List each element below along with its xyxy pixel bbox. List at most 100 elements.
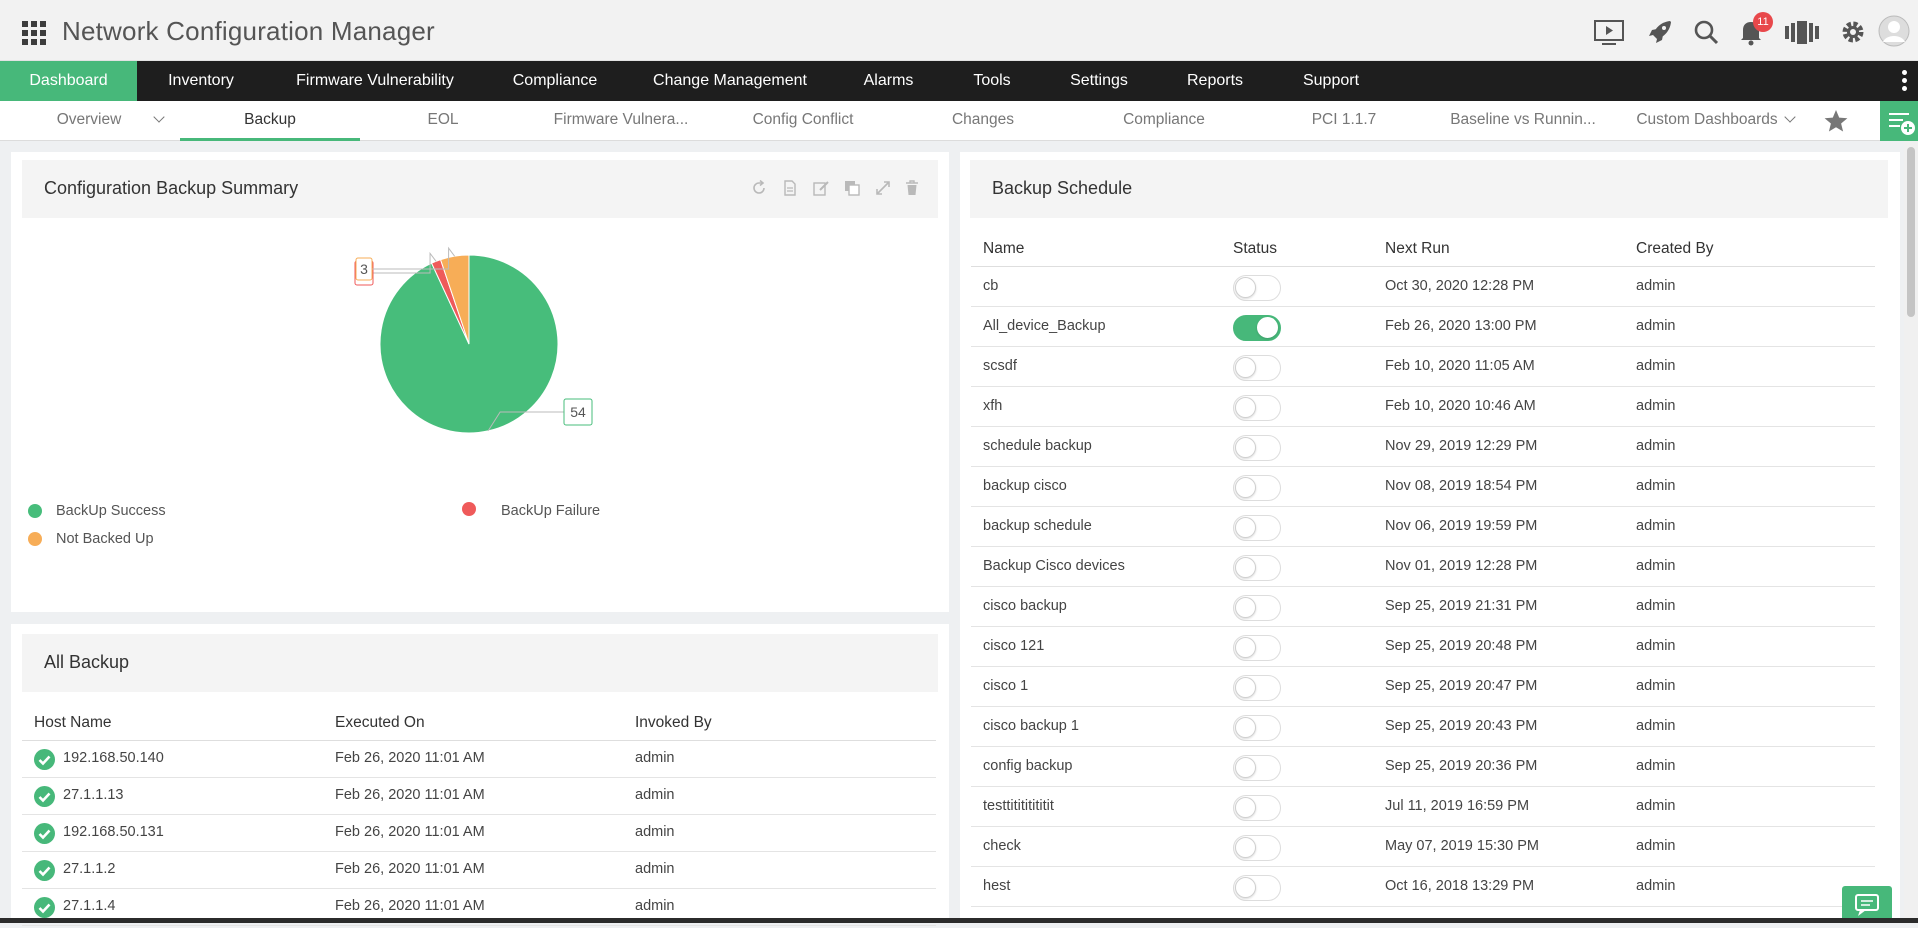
nav-alarms[interactable]: Alarms [852, 61, 925, 101]
more-menu-icon[interactable] [1902, 70, 1908, 92]
tab-compliance[interactable]: Compliance [1100, 101, 1228, 141]
schedule-status-toggle[interactable] [1233, 675, 1281, 701]
table-row[interactable]: xfh Feb 10, 2020 10:46 AM admin [971, 387, 1875, 427]
schedule-status-toggle[interactable] [1233, 835, 1281, 861]
nav-tools[interactable]: Tools [962, 61, 1022, 101]
col-created-by[interactable]: Created By [1636, 240, 1714, 258]
schedule-name[interactable]: testtitititititit [983, 798, 1054, 814]
refresh-icon[interactable] [751, 179, 767, 196]
schedule-status-toggle[interactable] [1233, 875, 1281, 901]
host-name[interactable]: 27.1.1.13 [63, 787, 123, 803]
col-invoked-by[interactable]: Invoked By [635, 714, 712, 732]
tab-firmware-vulnerability[interactable]: Firmware Vulnera... [540, 101, 702, 141]
table-row[interactable]: cisco backup 1 Sep 25, 2019 20:43 PM adm… [971, 707, 1875, 747]
table-row[interactable]: backup schedule Nov 06, 2019 19:59 PM ad… [971, 507, 1875, 547]
schedule-status-toggle[interactable] [1233, 795, 1281, 821]
table-row[interactable]: 27.1.1.2 Feb 26, 2020 11:01 AM admin [22, 852, 936, 889]
table-row[interactable]: config backup Sep 25, 2019 20:36 PM admi… [971, 747, 1875, 787]
schedule-status-toggle[interactable] [1233, 635, 1281, 661]
schedule-name[interactable]: Backup Cisco devices [983, 558, 1125, 574]
host-name[interactable]: 27.1.1.4 [63, 898, 115, 914]
nav-support[interactable]: Support [1292, 61, 1370, 101]
copy-icon[interactable] [844, 180, 860, 196]
nav-settings[interactable]: Settings [1060, 61, 1138, 101]
col-status[interactable]: Status [1233, 240, 1277, 258]
nav-reports[interactable]: Reports [1176, 61, 1254, 101]
schedule-status-toggle[interactable] [1233, 395, 1281, 421]
table-row[interactable]: 27.1.1.13 Feb 26, 2020 11:01 AM admin [22, 778, 936, 815]
col-executed-on[interactable]: Executed On [335, 714, 425, 732]
col-host-name[interactable]: Host Name [34, 714, 112, 732]
table-row[interactable]: All_device_Backup Feb 26, 2020 13:00 PM … [971, 307, 1875, 347]
nav-firmware-vulnerability[interactable]: Firmware Vulnerability [284, 61, 466, 101]
schedule-name[interactable]: check [983, 838, 1021, 854]
schedule-name[interactable]: scsdf [983, 358, 1017, 374]
tab-config-conflict[interactable]: Config Conflict [740, 101, 866, 141]
table-row[interactable]: scsdf Feb 10, 2020 11:05 AM admin [971, 347, 1875, 387]
schedule-status-toggle[interactable] [1233, 355, 1281, 381]
schedule-name[interactable]: cisco backup 1 [983, 718, 1079, 734]
nav-dashboard[interactable]: Dashboard [0, 61, 137, 101]
table-row[interactable]: Backup Cisco devices Nov 01, 2019 12:28 … [971, 547, 1875, 587]
col-next-run[interactable]: Next Run [1385, 240, 1450, 258]
table-row[interactable]: cb Oct 30, 2020 12:28 PM admin [971, 267, 1875, 307]
schedule-status-toggle[interactable] [1233, 755, 1281, 781]
table-row[interactable]: cisco 121 Sep 25, 2019 20:48 PM admin [971, 627, 1875, 667]
schedule-status-toggle[interactable] [1233, 435, 1281, 461]
schedule-name[interactable]: backup cisco [983, 478, 1067, 494]
schedule-name[interactable]: cisco backup [983, 598, 1067, 614]
schedule-name[interactable]: cb [983, 278, 998, 294]
schedule-name[interactable]: cisco 121 [983, 638, 1044, 654]
table-row[interactable]: testtitititititit Jul 11, 2019 16:59 PM … [971, 787, 1875, 827]
host-name[interactable]: 27.1.1.2 [63, 861, 115, 877]
notification-bell-icon[interactable]: 11 [1738, 12, 1773, 46]
delete-icon[interactable] [904, 180, 920, 196]
table-row[interactable]: cisco 1 Sep 25, 2019 20:47 PM admin [971, 667, 1875, 707]
tab-backup[interactable]: Backup [180, 101, 360, 141]
app-grid-icon[interactable] [22, 21, 46, 45]
expand-icon[interactable] [875, 180, 891, 196]
favorite-star-icon[interactable] [1823, 108, 1849, 134]
nav-inventory[interactable]: Inventory [157, 61, 245, 101]
edit-icon[interactable] [813, 180, 829, 196]
user-avatar-icon[interactable] [1878, 15, 1910, 47]
scrollbar-thumb[interactable] [1907, 147, 1915, 317]
schedule-name[interactable]: hest [983, 878, 1010, 894]
schedule-name[interactable]: config backup [983, 758, 1072, 774]
schedule-name[interactable]: backup schedule [983, 518, 1092, 534]
rocket-icon[interactable] [1646, 18, 1676, 46]
table-row[interactable]: 192.168.50.140 Feb 26, 2020 11:01 AM adm… [22, 741, 936, 778]
table-row[interactable]: hest Oct 16, 2018 13:29 PM admin [971, 867, 1875, 907]
schedule-status-toggle[interactable] [1233, 715, 1281, 741]
table-row[interactable]: 192.168.50.131 Feb 26, 2020 11:01 AM adm… [22, 815, 936, 852]
add-widget-button[interactable] [1880, 101, 1918, 141]
schedule-status-toggle[interactable] [1233, 515, 1281, 541]
tab-custom-dashboards[interactable]: Custom Dashboards [1630, 101, 1800, 141]
table-row[interactable]: schedule backup Nov 29, 2019 12:29 PM ad… [971, 427, 1875, 467]
settings-gear-icon[interactable] [1840, 18, 1870, 46]
tab-baseline-vs-running[interactable]: Baseline vs Runnin... [1446, 101, 1600, 141]
table-row[interactable]: cisco backup Sep 25, 2019 21:31 PM admin [971, 587, 1875, 627]
schedule-name[interactable]: cisco 1 [983, 678, 1028, 694]
host-name[interactable]: 192.168.50.140 [63, 750, 164, 766]
col-name[interactable]: Name [983, 240, 1024, 258]
schedule-name[interactable]: schedule backup [983, 438, 1092, 454]
schedule-status-toggle[interactable] [1233, 595, 1281, 621]
table-row[interactable]: backup cisco Nov 08, 2019 18:54 PM admin [971, 467, 1875, 507]
search-icon[interactable] [1692, 18, 1722, 46]
schedule-name[interactable]: xfh [983, 398, 1002, 414]
page-scrollbar[interactable] [1904, 141, 1918, 923]
schedule-name[interactable]: All_device_Backup [983, 318, 1106, 334]
nav-compliance[interactable]: Compliance [503, 61, 607, 101]
schedule-status-toggle[interactable] [1233, 315, 1281, 341]
schedule-status-toggle[interactable] [1233, 555, 1281, 581]
tab-changes[interactable]: Changes [930, 101, 1036, 141]
schedule-status-toggle[interactable] [1233, 275, 1281, 301]
table-row[interactable]: check May 07, 2019 15:30 PM admin [971, 827, 1875, 867]
schedule-status-toggle[interactable] [1233, 475, 1281, 501]
tab-pci[interactable]: PCI 1.1.7 [1300, 101, 1388, 141]
host-name[interactable]: 192.168.50.131 [63, 824, 164, 840]
tab-eol[interactable]: EOL [400, 101, 486, 141]
report-icon[interactable] [782, 180, 798, 196]
devices-icon[interactable] [1785, 18, 1819, 46]
